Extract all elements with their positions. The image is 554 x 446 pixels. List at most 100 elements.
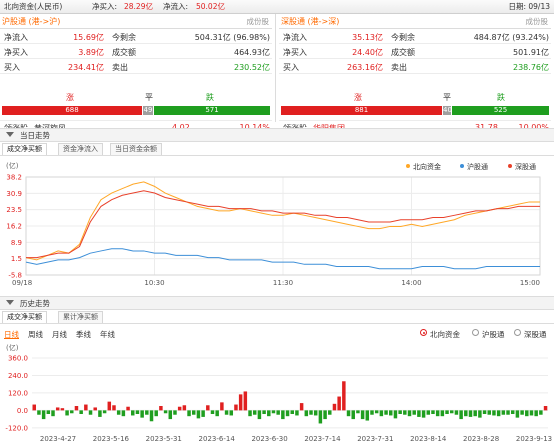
bar xyxy=(60,408,65,411)
sz-turnover-label: 成交额 xyxy=(391,48,415,57)
period-year[interactable]: 年线 xyxy=(100,329,115,340)
bar xyxy=(234,404,238,411)
period-month[interactable]: 月线 xyxy=(52,329,67,340)
sz-constituents-link[interactable]: 成份股 xyxy=(526,16,549,27)
bar xyxy=(426,410,431,415)
bar xyxy=(276,410,280,415)
bar xyxy=(116,410,121,415)
top-bar: 北向资金(人民币) 净买入: 28.29亿 净流入: 50.02亿 日期: 09… xyxy=(0,0,554,14)
bar xyxy=(70,410,74,414)
history-bar-chart: (亿) 360.0 240.0 120.0 0.0 -120.0 2023-4-27 2023… xyxy=(5,343,552,443)
period-day[interactable]: 日线 xyxy=(4,329,19,340)
bar xyxy=(351,410,355,420)
radio-sz-icon[interactable] xyxy=(514,329,521,336)
bar xyxy=(496,410,501,417)
tab-net-inflow[interactable]: 资金净流入 xyxy=(58,143,103,155)
sh-connect-panel: 沪股通 (港->沪) 成份股 净流入 15.69亿 今剩余 504.31亿 (9… xyxy=(0,14,272,133)
bar xyxy=(328,410,332,415)
x-tick-label: 2023-7-31 xyxy=(357,435,393,443)
bar xyxy=(65,410,69,416)
bar xyxy=(220,402,224,411)
sz-inflow-label: 净流入 xyxy=(283,33,307,42)
tab-hist-cumulative[interactable]: 累计净买额 xyxy=(58,311,103,323)
bar xyxy=(398,410,402,414)
sh-remaining-label: 今剩余 xyxy=(112,33,136,42)
bar xyxy=(140,410,144,418)
period-quarter[interactable]: 季线 xyxy=(76,329,91,340)
sh-down-segment: 571 xyxy=(154,106,270,115)
sh-flat-label: 平 xyxy=(145,93,153,102)
bar xyxy=(98,410,102,417)
radio-north-icon[interactable] xyxy=(420,329,427,336)
sz-sell-label: 卖出 xyxy=(391,63,407,72)
sh-row-buysell: 买入 234.41亿 卖出 230.52亿 xyxy=(0,60,272,74)
bar xyxy=(191,410,196,415)
bar xyxy=(79,410,83,414)
x-tick-label: 15:00 xyxy=(520,279,540,287)
radio-sz-label[interactable]: 深股通 xyxy=(524,329,547,340)
sz-flat-label: 平 xyxy=(443,93,451,102)
bar xyxy=(323,410,327,420)
bar xyxy=(177,406,182,411)
bar xyxy=(478,410,482,418)
bar xyxy=(107,401,112,411)
bar xyxy=(520,410,524,415)
sz-inflow-value: 35.13亿 xyxy=(352,33,383,42)
y-tick-label: 360.0 xyxy=(8,355,28,363)
sz-row-buysell: 买入 263.16亿 卖出 238.76亿 xyxy=(279,60,551,74)
intraday-section-header[interactable]: 当日走势 xyxy=(0,128,554,142)
x-tick-label: 11:30 xyxy=(273,279,293,287)
sz-netbuy-value: 24.40亿 xyxy=(352,48,383,57)
bar xyxy=(154,410,158,417)
period-week[interactable]: 周线 xyxy=(28,329,43,340)
radio-sh-icon[interactable] xyxy=(472,329,479,336)
legend-dot-1 xyxy=(460,164,464,168)
radio-north-label[interactable]: 北向资金 xyxy=(430,329,460,340)
legend-label-1: 沪股通 xyxy=(467,162,488,171)
collapse-icon[interactable] xyxy=(6,132,14,137)
bar xyxy=(149,410,154,422)
sh-constituents-link[interactable]: 成份股 xyxy=(247,16,270,27)
radio-sh-label[interactable]: 沪股通 xyxy=(482,329,505,340)
sh-netbuy-value: 3.89亿 xyxy=(78,48,104,57)
sh-turnover-label: 成交额 xyxy=(112,48,136,57)
legend-dot-2 xyxy=(508,164,512,168)
bar xyxy=(332,403,337,411)
x-tick-label: 2023-5-16 xyxy=(93,435,130,443)
bar xyxy=(360,410,365,420)
history-section-header[interactable]: 历史走势 xyxy=(0,296,554,310)
x-tick-label: 09/18 xyxy=(12,279,32,287)
x-tick-label: 2023-4-27 xyxy=(40,435,76,443)
bar xyxy=(440,410,445,417)
bar xyxy=(342,381,346,411)
panel-divider xyxy=(275,14,276,122)
y-unit-label: (亿) xyxy=(6,161,19,170)
tab-net-buy[interactable]: 成交净买额 xyxy=(2,143,47,155)
x-tick-label: 2023-8-14 xyxy=(410,435,447,443)
bar xyxy=(126,406,130,411)
bar xyxy=(196,410,201,419)
tab-hist-net-buy[interactable]: 成交净买额 xyxy=(2,311,47,323)
app-title: 北向资金(人民币) xyxy=(4,2,63,11)
bar xyxy=(201,410,205,417)
legend-label-2: 深股通 xyxy=(515,162,536,171)
sh-panel-title[interactable]: 沪股通 (港->沪) xyxy=(2,16,60,27)
sz-netbuy-label: 净买入 xyxy=(283,48,307,57)
bar xyxy=(32,404,36,411)
bar xyxy=(393,410,398,419)
bar xyxy=(529,410,534,416)
bar xyxy=(435,410,440,417)
sz-down-segment: 525 xyxy=(452,106,549,115)
sh-turnover-value: 464.93亿 xyxy=(234,48,270,57)
history-tabs: 成交净买额 累计净买额 xyxy=(0,311,554,324)
collapse-icon[interactable] xyxy=(6,300,14,305)
sz-panel-title[interactable]: 深股通 (港->深) xyxy=(281,16,339,27)
bar xyxy=(187,410,191,417)
y-tick-label: 30.9 xyxy=(6,190,22,198)
bar xyxy=(534,410,538,417)
tab-balance[interactable]: 当日资金余额 xyxy=(110,143,162,155)
sz-down-label: 跌 xyxy=(497,93,505,102)
bar xyxy=(51,410,55,417)
bar xyxy=(449,410,454,414)
bar xyxy=(163,410,168,414)
